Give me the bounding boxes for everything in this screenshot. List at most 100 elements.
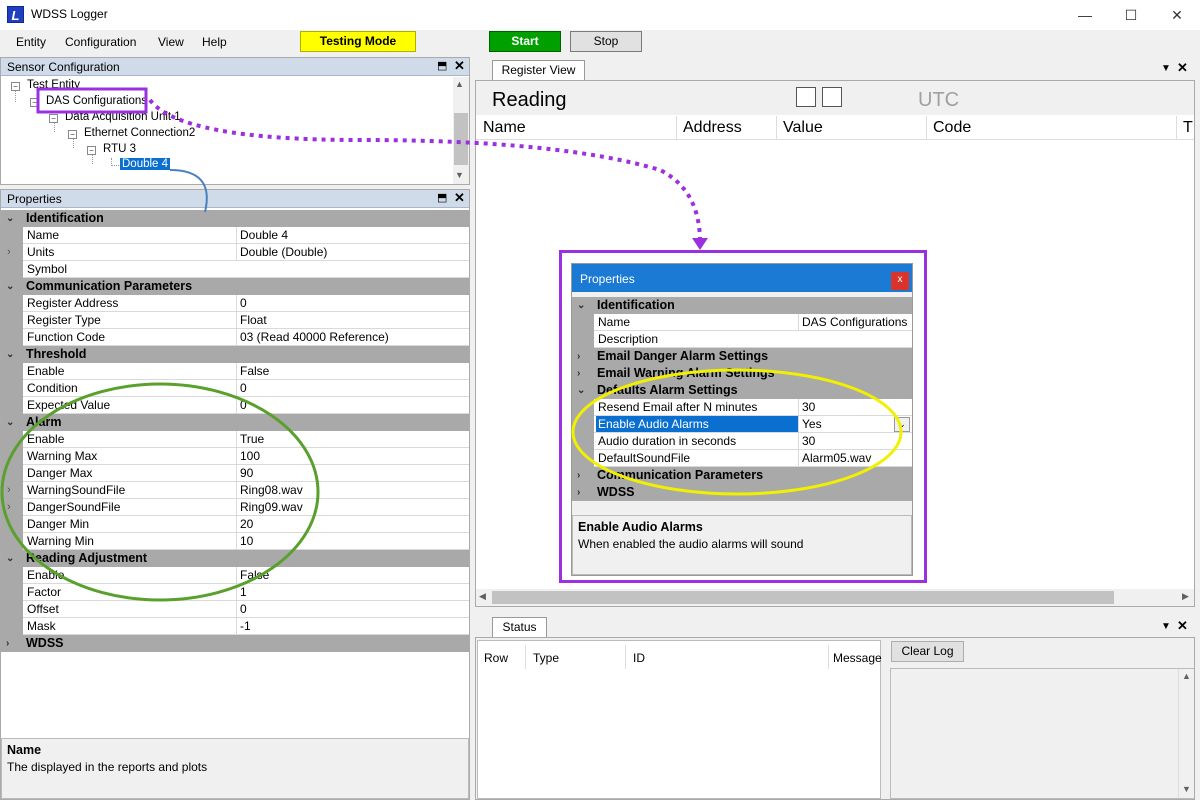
property-row[interactable]: › Units Double (Double)	[1, 244, 469, 261]
property-row[interactable]: Audio duration in seconds 30	[572, 433, 912, 450]
category-threshold[interactable]: ⌄ Threshold	[1, 346, 469, 363]
category-defaults-alarm[interactable]: ⌄ Defaults Alarm Settings	[572, 382, 912, 399]
column-type[interactable]: Type	[533, 651, 559, 665]
menu-help[interactable]: Help	[202, 35, 227, 49]
property-row[interactable]: Danger Max 90	[1, 465, 469, 482]
maximize-button[interactable]: ☐	[1108, 0, 1154, 30]
property-row[interactable]: Warning Max 100	[1, 448, 469, 465]
close-popup-button[interactable]: x	[891, 272, 909, 290]
menu-bar: Entity Configuration View Help Testing M…	[0, 30, 1200, 55]
dropdown-icon[interactable]: ▼	[1161, 621, 1171, 632]
tree-node-test-entity[interactable]: Test Entity	[27, 79, 80, 91]
dropdown-icon[interactable]: ▼	[1161, 63, 1171, 74]
property-row[interactable]: Mask -1	[1, 618, 469, 635]
scroll-down-icon[interactable]: ▼	[455, 170, 464, 180]
tree-collapse-icon[interactable]: −	[30, 98, 39, 107]
column-t[interactable]: T	[1183, 119, 1193, 137]
close-panel-icon[interactable]: ✕	[1177, 60, 1188, 76]
tree-collapse-icon[interactable]: −	[49, 114, 58, 123]
property-grid: ⌄ Identification Name Double 4 › Units Doubl…	[1, 210, 469, 654]
tree-collapse-icon[interactable]: −	[87, 146, 96, 155]
tab-register-view[interactable]: Register View	[492, 60, 585, 80]
column-code[interactable]: Code	[933, 119, 971, 137]
testing-mode-button[interactable]: Testing Mode	[300, 31, 416, 52]
close-panel-icon[interactable]: ✕	[1177, 618, 1188, 634]
scroll-thumb[interactable]	[454, 113, 468, 165]
property-row[interactable]: Warning Min 10	[1, 533, 469, 550]
scroll-up-icon[interactable]: ▲	[1182, 671, 1191, 681]
scroll-right-icon[interactable]: ▶	[1182, 591, 1189, 602]
tree-node-rtu[interactable]: RTU 3	[103, 143, 136, 155]
property-row[interactable]: Description	[572, 331, 912, 348]
property-row[interactable]: Enable True	[1, 431, 469, 448]
clear-log-button[interactable]: Clear Log	[891, 641, 964, 662]
tree-collapse-icon[interactable]: −	[68, 130, 77, 139]
property-row[interactable]: Condition 0	[1, 380, 469, 397]
indicator-box	[822, 87, 842, 107]
property-row[interactable]: Register Address 0	[1, 295, 469, 312]
sensor-configuration-title: Sensor Configuration	[7, 60, 120, 74]
column-message[interactable]: Message	[833, 651, 882, 665]
dropdown-chevron-icon[interactable]: ⌄	[894, 417, 910, 432]
column-id[interactable]: ID	[633, 651, 645, 665]
property-row[interactable]: › DangerSoundFile Ring09.wav	[1, 499, 469, 516]
property-row[interactable]: › WarningSoundFile Ring08.wav	[1, 482, 469, 499]
status-log-table: Row Type ID Message	[477, 640, 882, 799]
column-address[interactable]: Address	[683, 119, 742, 137]
property-row[interactable]: Register Type Float	[1, 312, 469, 329]
tree-node-das-configurations[interactable]: DAS Configurations	[46, 95, 147, 107]
category-reading-adjustment[interactable]: ⌄ Reading Adjustment	[1, 550, 469, 567]
scroll-down-icon[interactable]: ▼	[1182, 784, 1191, 794]
close-panel-icon[interactable]: ✕	[454, 58, 465, 74]
tree-node-data-acquisition-unit[interactable]: Data Acquisition Unit 1	[65, 111, 181, 123]
property-row[interactable]: Enable False	[1, 567, 469, 584]
category-wdss[interactable]: › WDSS	[1, 635, 469, 652]
pin-icon[interactable]: ⬒	[437, 191, 447, 204]
stop-button[interactable]: Stop	[570, 31, 642, 52]
close-window-button[interactable]: ✕	[1154, 0, 1200, 30]
property-row-selected[interactable]: Enable Audio Alarms Yes ⌄	[572, 416, 912, 433]
tree-scrollbar[interactable]: ▲ ▼	[453, 77, 469, 184]
close-panel-icon[interactable]: ✕	[454, 190, 465, 206]
menu-view[interactable]: View	[158, 35, 184, 49]
property-row[interactable]: Name Double 4	[1, 227, 469, 244]
vertical-scrollbar[interactable]: ▲ ▼	[1178, 669, 1194, 798]
scroll-left-icon[interactable]: ◀	[479, 591, 486, 602]
category-wdss[interactable]: › WDSS	[572, 484, 912, 501]
reading-header: Reading UTC	[476, 81, 1194, 115]
property-row[interactable]: Offset 0	[1, 601, 469, 618]
tree-collapse-icon[interactable]: −	[11, 82, 20, 91]
tab-status[interactable]: Status	[492, 617, 547, 637]
das-help-box: Enable Audio Alarms When enabled the aud…	[572, 515, 912, 575]
category-email-warning[interactable]: › Email Warning Alarm Settings	[572, 365, 912, 382]
scroll-thumb[interactable]	[492, 591, 1114, 604]
category-alarm[interactable]: ⌄ Alarm	[1, 414, 469, 431]
property-row[interactable]: DefaultSoundFile Alarm05.wav	[572, 450, 912, 467]
column-name[interactable]: Name	[483, 119, 526, 137]
horizontal-scrollbar[interactable]: ◀ ▶	[476, 589, 1194, 606]
tree-node-ethernet-connection[interactable]: Ethernet Connection2	[84, 127, 195, 139]
tree-node-double-4[interactable]: Double 4	[120, 158, 171, 170]
menu-configuration[interactable]: Configuration	[65, 35, 136, 49]
category-identification[interactable]: ⌄ Identification	[1, 210, 469, 227]
property-row[interactable]: Factor 1	[1, 584, 469, 601]
column-value[interactable]: Value	[783, 119, 823, 137]
property-row[interactable]: Enable False	[1, 363, 469, 380]
category-identification[interactable]: ⌄ Identification	[572, 297, 912, 314]
property-row[interactable]: Name DAS Configurations	[572, 314, 912, 331]
scroll-up-icon[interactable]: ▲	[455, 79, 464, 89]
properties-panel: Properties ⬒ ✕ ⌄ Identification Name Doubl…	[0, 189, 470, 800]
property-row[interactable]: Danger Min 20	[1, 516, 469, 533]
property-row[interactable]: Function Code 03 (Read 40000 Reference)	[1, 329, 469, 346]
pin-icon[interactable]: ⬒	[437, 59, 447, 72]
start-button[interactable]: Start	[489, 31, 561, 52]
property-row[interactable]: Expected Value 0	[1, 397, 469, 414]
property-row[interactable]: Symbol	[1, 261, 469, 278]
minimize-button[interactable]: —	[1062, 0, 1108, 30]
category-communication-parameters[interactable]: ⌄ Communication Parameters	[1, 278, 469, 295]
category-communication-parameters[interactable]: › Communication Parameters	[572, 467, 912, 484]
property-row[interactable]: Resend Email after N minutes 30	[572, 399, 912, 416]
menu-entity[interactable]: Entity	[16, 35, 46, 49]
category-email-danger[interactable]: › Email Danger Alarm Settings	[572, 348, 912, 365]
column-row[interactable]: Row	[484, 651, 508, 665]
